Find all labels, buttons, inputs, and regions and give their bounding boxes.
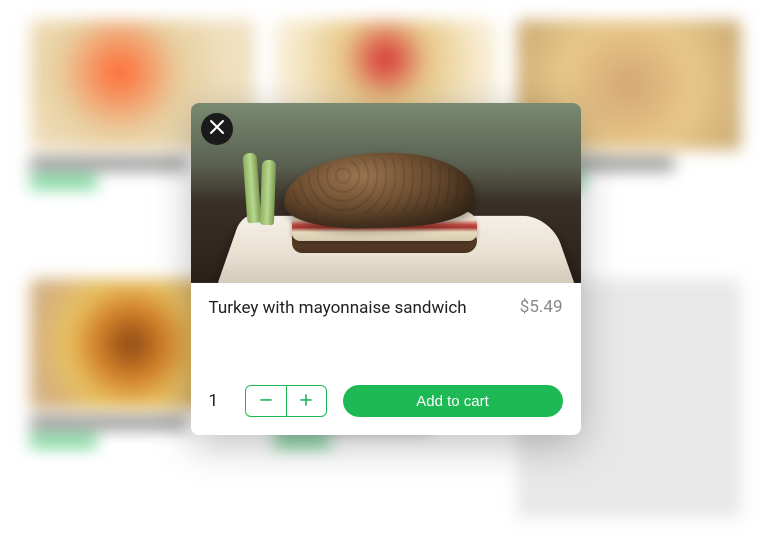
decrement-button[interactable] [246, 386, 286, 416]
close-button[interactable] [201, 113, 233, 145]
quantity-value: 1 [209, 391, 229, 411]
increment-button[interactable] [286, 386, 326, 416]
minus-icon [259, 392, 273, 411]
product-image [191, 103, 581, 283]
product-price: $5.49 [520, 297, 563, 317]
quantity-stepper [245, 385, 327, 417]
product-title: Turkey with mayonnaise sandwich [209, 297, 467, 319]
add-to-cart-label: Add to cart [416, 393, 489, 410]
product-detail-modal: Turkey with mayonnaise sandwich $5.49 1 [191, 103, 581, 435]
add-to-cart-button[interactable]: Add to cart [343, 385, 563, 417]
plus-icon [299, 392, 313, 411]
close-icon [209, 119, 225, 139]
